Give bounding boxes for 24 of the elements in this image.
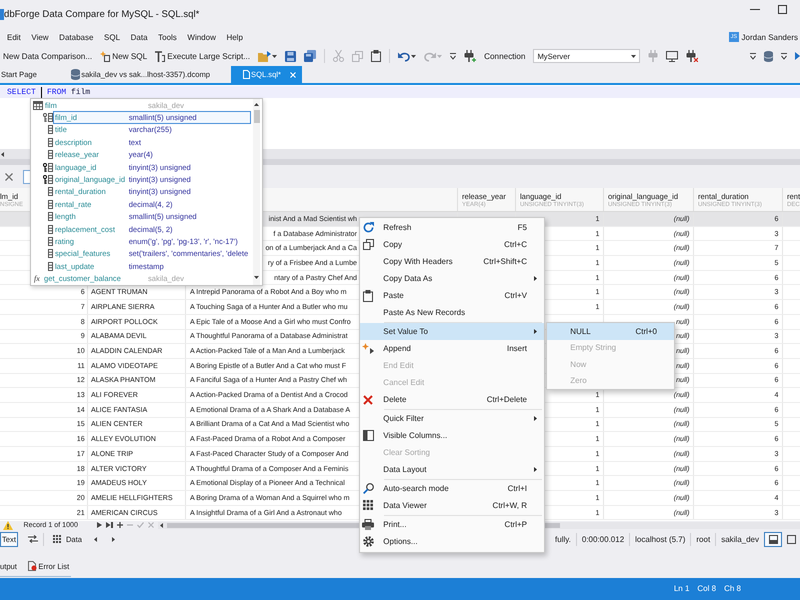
status-text: root: [696, 534, 710, 544]
window-title: dbForge Data Compare for MySQL - SQL.sql*: [4, 8, 200, 20]
status-text: Ln 1: [674, 584, 690, 594]
shortcut-text: Ctrl+Shift+C: [483, 257, 527, 266]
shortcut-text: Ctrl+C: [504, 240, 527, 249]
shortcut-text: Ctrl+0: [635, 326, 657, 336]
connection-label: Connection: [484, 52, 526, 60]
shortcut-text: Ctrl+I: [508, 484, 527, 493]
status-text: localhost (5.7): [635, 534, 686, 544]
sql-keyword: FROM: [47, 88, 66, 96]
status-text: 0:00:00.012: [582, 534, 624, 544]
status-text: Ch 8: [724, 584, 741, 594]
shortcut-text: Ctrl+Delete: [486, 395, 527, 404]
status-text: sakila_dev: [721, 534, 759, 544]
status-text: fully.: [555, 534, 571, 544]
sql-identifier: film: [71, 88, 90, 96]
shortcut-text: F5: [518, 223, 527, 232]
shortcut-text: Ctrl+W, R: [492, 501, 527, 510]
shortcut-text: Ctrl+P: [504, 520, 527, 529]
function-symbol: fx: [34, 274, 41, 284]
sql-keyword: SELECT: [7, 88, 36, 96]
status-text: Col 8: [697, 584, 716, 594]
shortcut-text: Insert: [506, 344, 527, 353]
shortcut-text: Ctrl+V: [504, 291, 527, 300]
